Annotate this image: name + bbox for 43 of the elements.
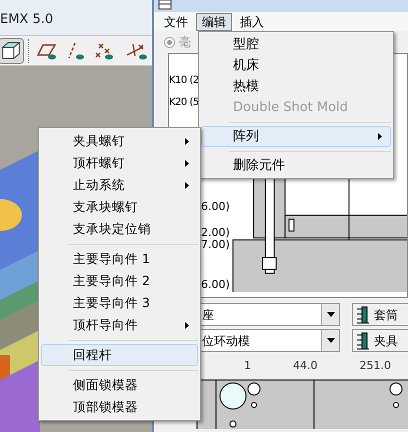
- menu-item[interactable]: 热模: [201, 76, 391, 97]
- dimension-label: 7.00): [200, 239, 229, 251]
- submenu-arrow-icon: [378, 133, 382, 140]
- readout: 1: [244, 358, 251, 374]
- menu-item[interactable]: 主要导向件 3: [41, 292, 198, 314]
- menu-item[interactable]: 插入: [234, 12, 270, 30]
- readout: 44.0: [293, 358, 318, 374]
- menu-item[interactable]: 支承块定位销: [41, 218, 198, 240]
- menu-item[interactable]: 主要导向件 2: [41, 270, 198, 292]
- app-icon: [158, 0, 172, 10]
- menu-item[interactable]: 型腔: [201, 34, 391, 55]
- submenu-arrow-icon: [185, 322, 189, 328]
- submenu-arrow-icon: [185, 182, 189, 188]
- menu-item[interactable]: 删除元件: [201, 155, 391, 176]
- dropdown[interactable]: 座: [200, 303, 340, 326]
- menu-item[interactable]: 编辑: [196, 12, 232, 30]
- menu-item[interactable]: 顶部锁模器: [41, 396, 198, 418]
- dropdown[interactable]: 位环动模: [200, 329, 340, 352]
- readout: 251.0: [360, 358, 391, 374]
- cube-icon[interactable]: [0, 38, 24, 64]
- radio-label: 毫: [179, 34, 191, 51]
- menu-item[interactable]: 主要导向件 1: [41, 248, 198, 270]
- pillar-icon: [356, 332, 370, 350]
- menu-item[interactable]: 侧面锁模器: [41, 374, 198, 396]
- submenu-arrow-icon: [185, 160, 189, 166]
- menu-item[interactable]: 机床: [201, 55, 391, 76]
- window-title: EMX 5.0: [0, 10, 54, 28]
- menu-item[interactable]: 止动系统: [41, 174, 198, 196]
- dimension-label: 6.00): [200, 201, 229, 213]
- menu-item[interactable]: 支承块螺钉: [41, 196, 198, 218]
- dimension-label: 2.00): [200, 227, 229, 239]
- menu-item[interactable]: 顶杆螺钉: [41, 152, 198, 174]
- menu-item[interactable]: 夹具螺钉: [41, 130, 198, 152]
- dimension-label: 6.00): [200, 279, 229, 291]
- menu-item[interactable]: 阵列: [201, 126, 391, 147]
- menu-item[interactable]: 顶杆导向件: [41, 314, 198, 336]
- pillar-icon: [356, 306, 370, 324]
- menu-item[interactable]: 回程杆: [41, 344, 198, 366]
- submenu-arrow-icon: [185, 138, 189, 144]
- sleeve-button[interactable]: 套筒: [352, 303, 408, 326]
- clamp-button[interactable]: 夹具: [352, 329, 408, 352]
- menu-item[interactable]: 文件: [158, 12, 194, 30]
- radio-button[interactable]: [164, 36, 175, 48]
